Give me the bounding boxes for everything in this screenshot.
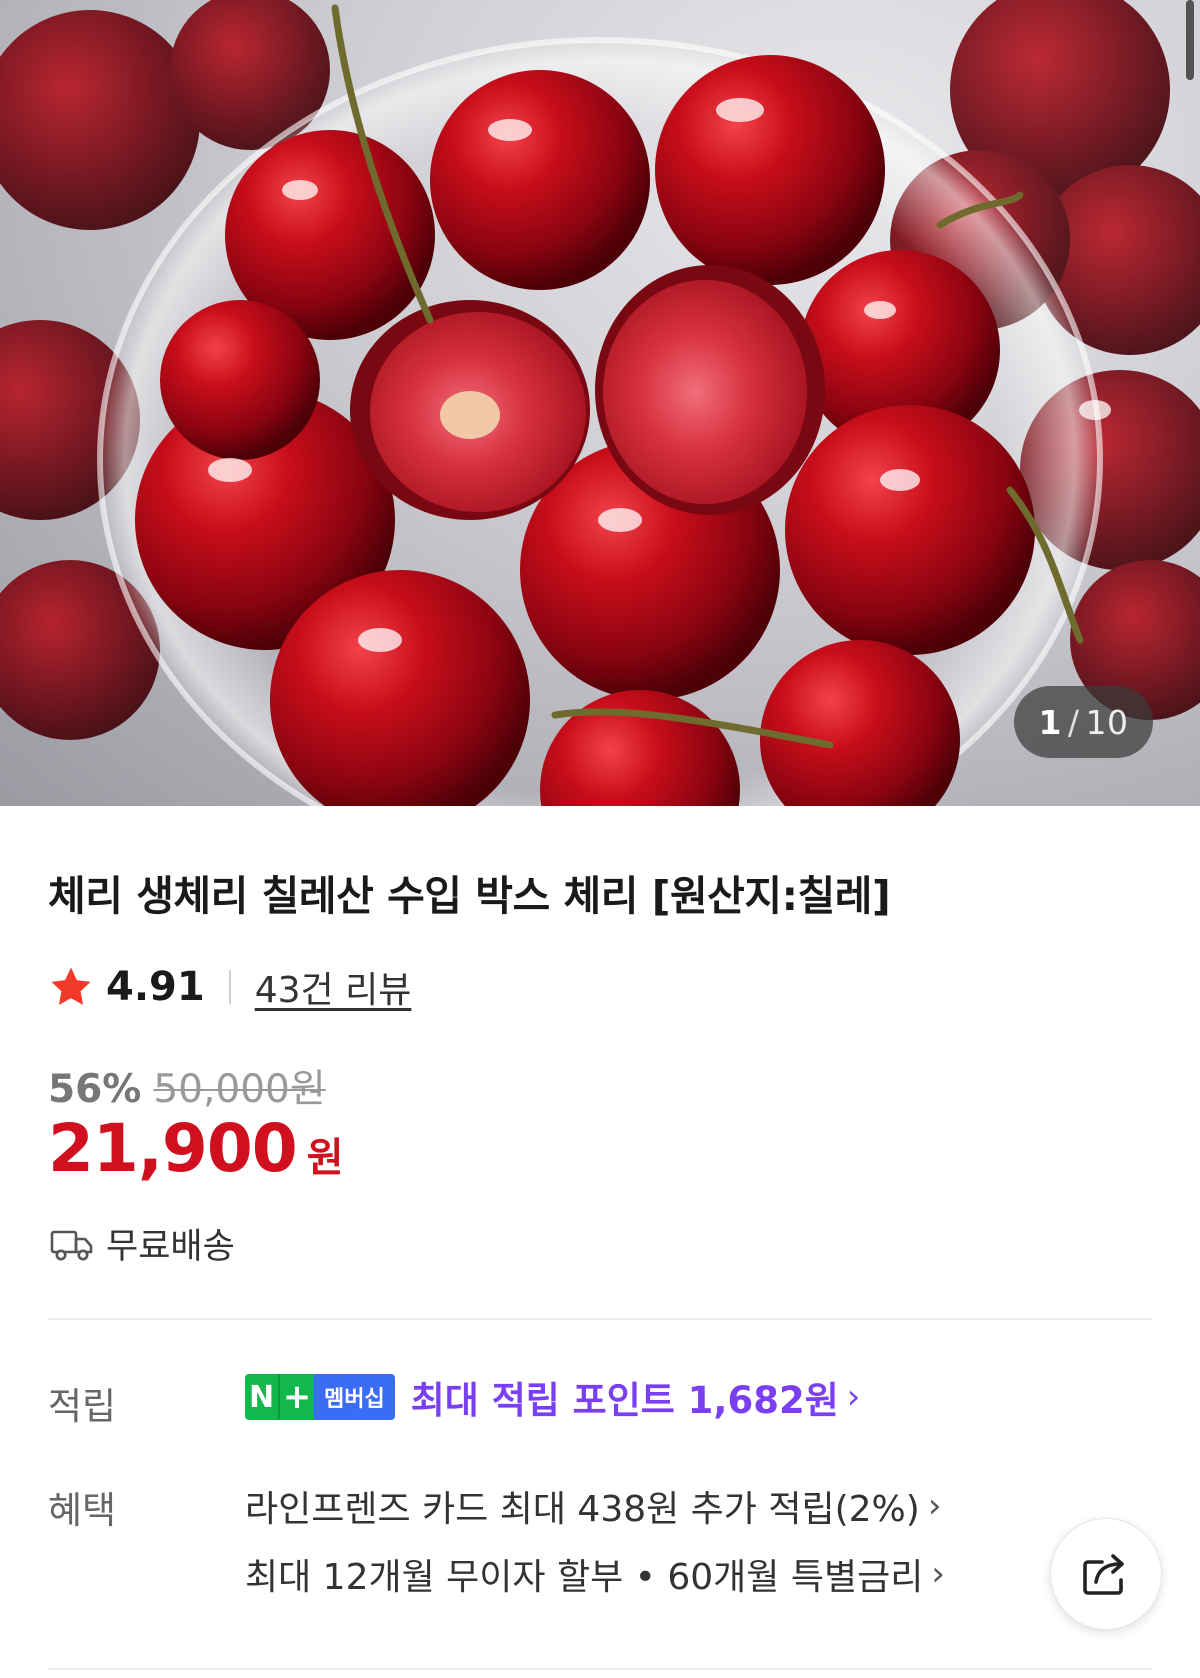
- sale-price-row: 21,900 원: [48, 1110, 344, 1187]
- chevron-right-icon: ›: [931, 1554, 945, 1594]
- badge-n: N: [245, 1374, 278, 1420]
- product-title: 체리 생체리 칠레산 수입 박스 체리 [원산지:칠레]: [48, 872, 891, 920]
- shipping-info: 무료배송: [50, 1218, 235, 1269]
- discount-row: 56% 50,000원: [48, 1058, 326, 1114]
- star-icon: [51, 967, 91, 1005]
- points-label: 적립: [48, 1385, 117, 1428]
- sale-price: 21,900: [48, 1110, 298, 1187]
- original-price: 50,000원: [153, 1067, 326, 1112]
- benefit-installment-link[interactable]: 최대 12개월 무이자 할부 • 60개월 특별금리 ›: [245, 1548, 945, 1600]
- benefit-card-points-link[interactable]: 라인프렌즈 카드 최대 438원 추가 적립(2%) ›: [245, 1480, 941, 1532]
- sale-price-unit: 원: [306, 1135, 344, 1181]
- chevron-right-icon: ›: [846, 1377, 861, 1417]
- benefit-text: 라인프렌즈 카드 최대 438원 추가 적립(2%): [245, 1489, 920, 1530]
- image-counter-total: 10: [1085, 702, 1129, 742]
- image-counter: 1 / 10: [1014, 686, 1153, 758]
- product-photo-cherries: [0, 0, 1200, 806]
- membership-points-link[interactable]: N + 멤버십 최대 적립 포인트 1,682원 ›: [245, 1372, 860, 1422]
- shipping-text: 무료배송: [106, 1227, 235, 1267]
- section-divider: [48, 1668, 1152, 1670]
- product-image-carousel[interactable]: 1 / 10: [0, 0, 1200, 806]
- image-counter-separator: /: [1067, 702, 1080, 742]
- rating-row: 4.91 43건 리뷰: [48, 960, 411, 1014]
- chevron-right-icon: ›: [927, 1486, 942, 1526]
- scrollbar-thumb[interactable]: [1186, 0, 1194, 80]
- badge-plus: +: [278, 1374, 314, 1420]
- benefit-text: 최대 12개월 무이자 할부 • 60개월 특별금리: [245, 1557, 924, 1598]
- image-counter-current: 1: [1038, 702, 1062, 742]
- badge-membership: 멤버십: [314, 1374, 395, 1420]
- naver-plus-membership-badge: N + 멤버십: [245, 1374, 395, 1420]
- review-count-link[interactable]: 43건 리뷰: [255, 961, 412, 1013]
- rating-score: 4.91: [106, 964, 205, 1010]
- benefits-label: 혜택: [48, 1489, 117, 1532]
- share-icon: [1083, 1554, 1124, 1595]
- rating-divider: [228, 970, 231, 1004]
- discount-rate: 56%: [48, 1067, 142, 1112]
- share-button[interactable]: [1050, 1518, 1162, 1630]
- delivery-truck-icon: [50, 1230, 93, 1260]
- max-points-text: 최대 적립 포인트 1,682원: [410, 1379, 839, 1422]
- section-divider: [48, 1318, 1152, 1320]
